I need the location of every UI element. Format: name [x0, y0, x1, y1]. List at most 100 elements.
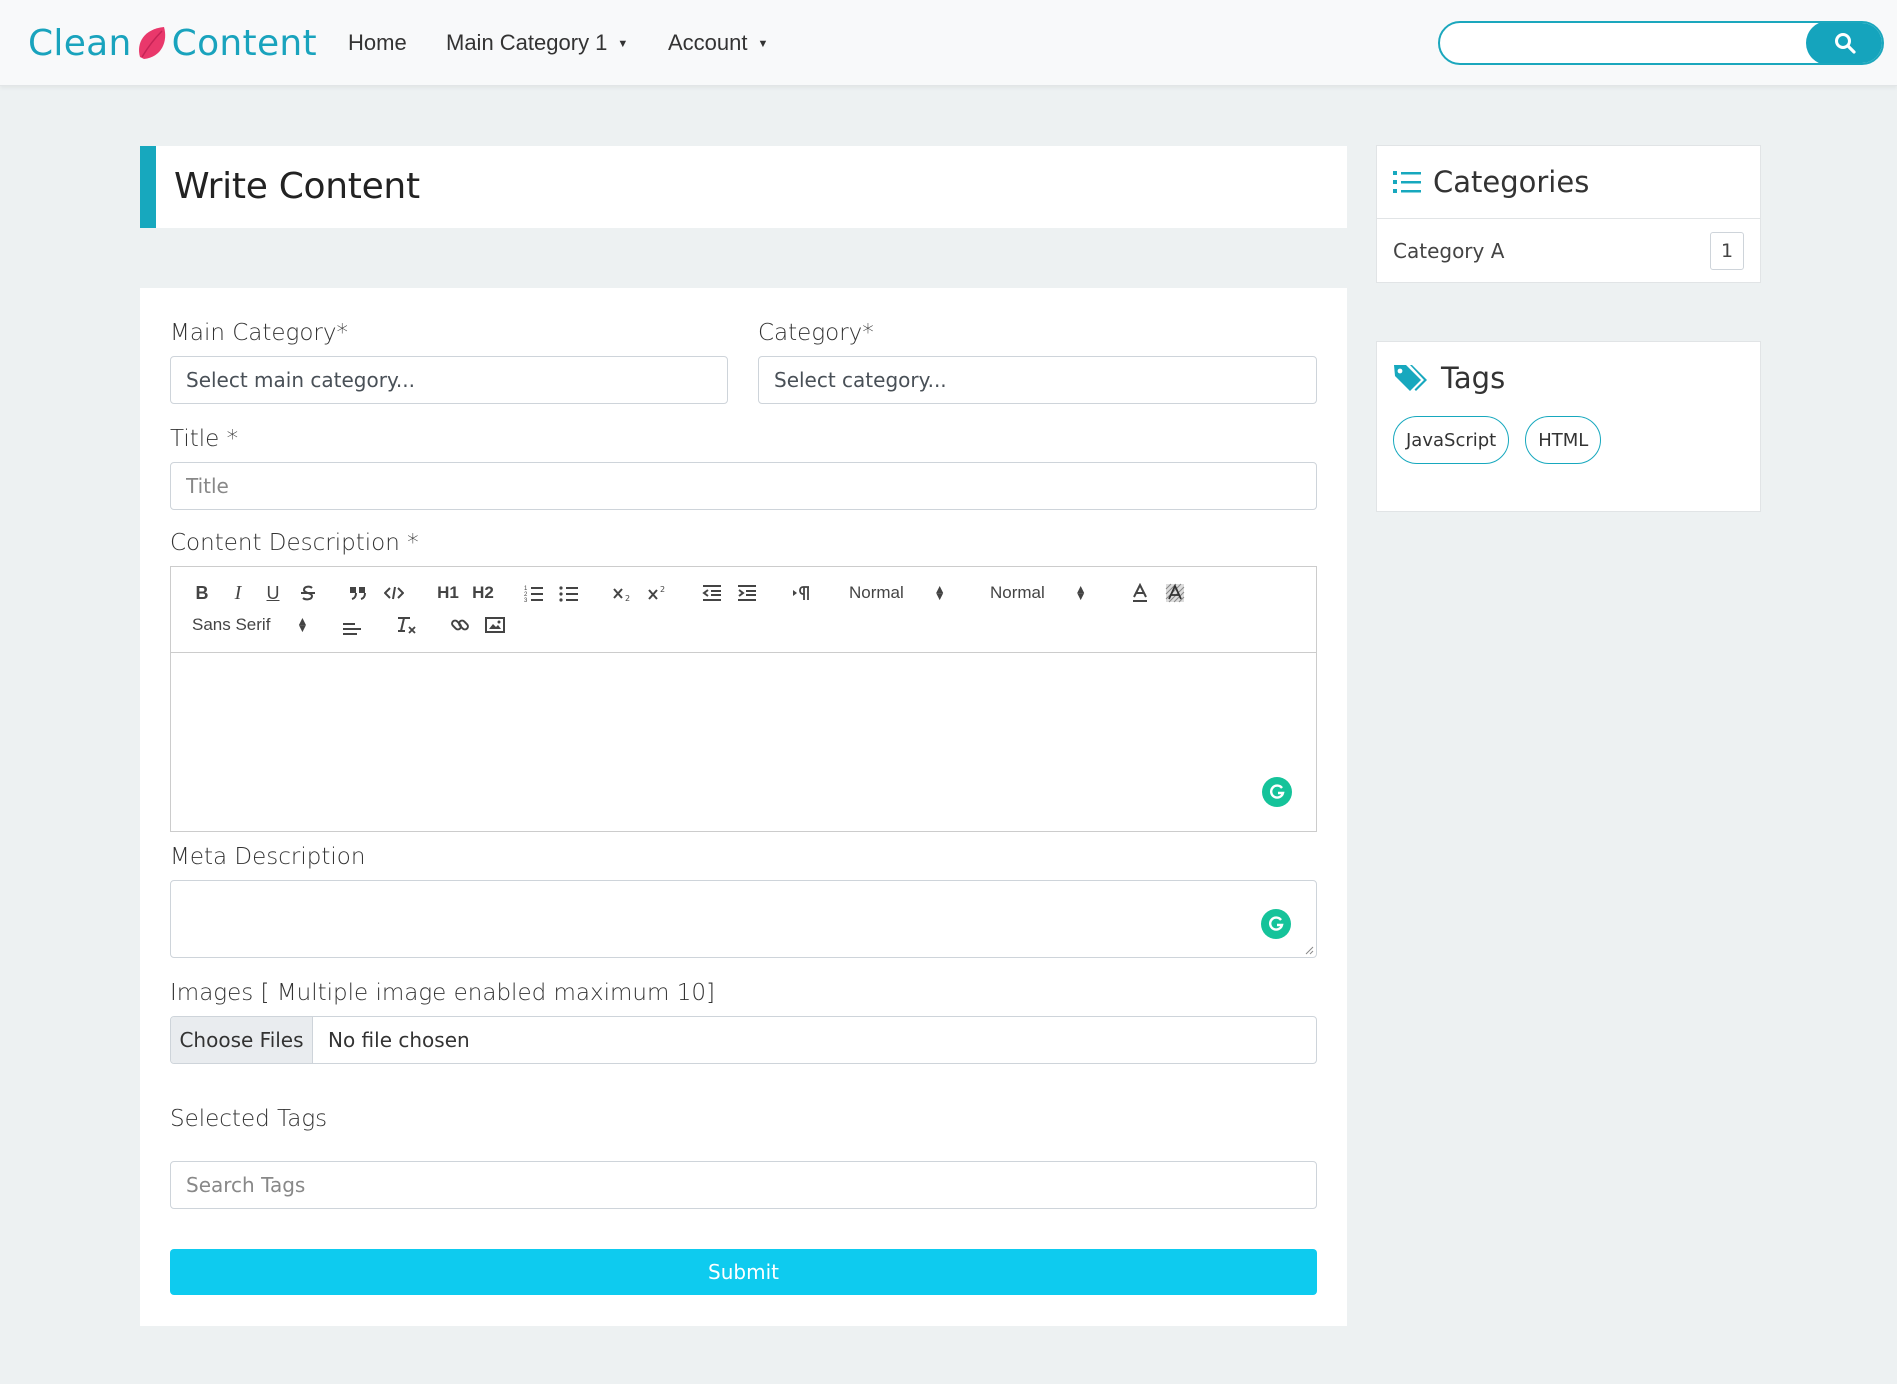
superscript-button[interactable]: 2 [645, 579, 671, 607]
nav-account-dropdown[interactable]: Account ▼ [668, 26, 768, 60]
header-picker-value: Normal [849, 583, 904, 602]
italic-label: I [234, 581, 242, 604]
nav-home-label: Home [348, 30, 407, 55]
code-block-button[interactable] [381, 579, 407, 607]
quote-icon [350, 587, 366, 600]
italic-button[interactable]: I [225, 579, 251, 607]
h1-button[interactable]: H1 [433, 579, 463, 607]
image-button[interactable] [482, 611, 508, 639]
search-box [1438, 21, 1884, 65]
tags-card: Tags JavaScript HTML [1376, 341, 1761, 512]
tags-icon [1394, 365, 1427, 391]
superscript-icon: 2 [648, 585, 665, 600]
svg-text:2: 2 [660, 585, 665, 594]
editor-content-area[interactable] [171, 653, 1316, 831]
brand-logo[interactable]: Clean Content [28, 20, 317, 66]
background-color-icon [1165, 583, 1185, 603]
search-button[interactable] [1806, 23, 1882, 63]
updown-arrows-icon: ▲ ▼ [296, 614, 309, 635]
outdent-button[interactable] [699, 579, 725, 607]
main-category-select[interactable]: Select main category... [170, 356, 728, 404]
background-color-button[interactable] [1162, 579, 1188, 607]
selected-tags-label: Selected Tags [170, 1106, 328, 1132]
leaf-icon [138, 27, 165, 59]
search-input[interactable] [1440, 23, 1810, 63]
tag-pill[interactable]: HTML [1525, 416, 1602, 464]
meta-description-textarea[interactable] [170, 880, 1317, 958]
search-tags-field [170, 1161, 1317, 1209]
main-category-label: Main Category* [170, 320, 348, 346]
category-count-badge: 1 [1710, 231, 1744, 270]
search-tags-input[interactable] [186, 1173, 1301, 1197]
clear-format-button[interactable] [393, 611, 419, 639]
page-title-card: Write Content [140, 146, 1347, 228]
outdent-icon [702, 585, 721, 601]
caret-down-icon: ▼ [617, 38, 629, 50]
grammarly-icon[interactable] [1262, 777, 1292, 807]
content-editor: B I U H1 H2 123 2 2 Normal ▲ ▼ Normal ▲ … [170, 566, 1317, 832]
subscript-button[interactable]: 2 [610, 579, 636, 607]
subscript-icon: 2 [613, 588, 630, 602]
text-color-button[interactable] [1127, 579, 1153, 607]
nav-home[interactable]: Home [348, 26, 407, 60]
h1-label: H1 [437, 583, 459, 602]
images-file-input[interactable]: Choose Files No file chosen [170, 1016, 1317, 1064]
h2-label: H2 [472, 583, 494, 602]
tag-pill[interactable]: JavaScript [1393, 416, 1510, 464]
bullet-list-button[interactable] [556, 579, 582, 607]
submit-button[interactable]: Submit [170, 1249, 1317, 1295]
page-title: Write Content [174, 166, 420, 207]
font-picker[interactable]: Sans Serif ▲ ▼ [192, 611, 308, 639]
category-item[interactable]: Category A 1 [1377, 218, 1760, 282]
font-color-icon [1133, 583, 1147, 602]
size-picker[interactable]: Normal ▲ ▼ [990, 579, 1087, 607]
category-name: Category A [1393, 238, 1505, 263]
grammarly-icon[interactable] [1261, 909, 1291, 939]
footer-divider [0, 1384, 1897, 1388]
link-button[interactable] [447, 611, 473, 639]
tags-title: Tags [1441, 361, 1506, 395]
search-icon [1835, 33, 1856, 54]
resize-handle-icon[interactable] [1304, 945, 1314, 955]
indent-icon [738, 585, 756, 601]
categories-header: Categories [1377, 146, 1760, 218]
file-status: No file chosen [328, 1028, 470, 1052]
choose-files-label: Choose Files [179, 1028, 304, 1052]
h2-button[interactable]: H2 [468, 579, 498, 607]
align-button[interactable] [339, 613, 365, 641]
strikethrough-icon [301, 585, 315, 601]
bold-label: B [195, 582, 209, 603]
brand-text-content: Content [171, 22, 317, 64]
ordered-list-icon: 123 [524, 586, 543, 602]
category-label: Category* [758, 320, 874, 346]
align-left-icon [343, 623, 361, 635]
tags-list: JavaScript HTML [1377, 406, 1760, 464]
size-picker-value: Normal [990, 583, 1045, 602]
indent-button[interactable] [734, 579, 760, 607]
link-icon [451, 619, 469, 631]
blockquote-button[interactable] [345, 579, 371, 607]
text-direction-button[interactable] [789, 579, 815, 607]
title-label: Title * [170, 426, 239, 452]
bold-button[interactable]: B [189, 579, 215, 607]
title-input[interactable] [186, 474, 1301, 498]
underline-button[interactable]: U [260, 579, 286, 607]
updown-arrows-icon: ▲ ▼ [1074, 582, 1087, 603]
nav-main-category-dropdown[interactable]: Main Category 1 ▼ [446, 26, 628, 60]
nav-account-label: Account [668, 30, 748, 55]
ordered-list-button[interactable]: 123 [521, 579, 547, 607]
meta-description-label: Meta Description [170, 844, 366, 870]
editor-toolbar: B I U H1 H2 123 2 2 Normal ▲ ▼ Normal ▲ … [171, 567, 1316, 653]
nav-main-category-label: Main Category 1 [446, 30, 608, 55]
font-picker-value: Sans Serif [192, 615, 271, 634]
caret-down-icon: ▼ [757, 38, 769, 50]
category-select[interactable]: Select category... [758, 356, 1317, 404]
strike-button[interactable] [295, 579, 321, 607]
svg-text:2: 2 [625, 594, 630, 602]
categories-card: Categories Category A 1 [1376, 145, 1761, 283]
tags-header: Tags [1377, 342, 1760, 406]
title-field [170, 462, 1317, 510]
header-picker[interactable]: Normal ▲ ▼ [849, 579, 946, 607]
bullet-list-icon [559, 586, 578, 602]
choose-files-button[interactable]: Choose Files [171, 1017, 313, 1063]
